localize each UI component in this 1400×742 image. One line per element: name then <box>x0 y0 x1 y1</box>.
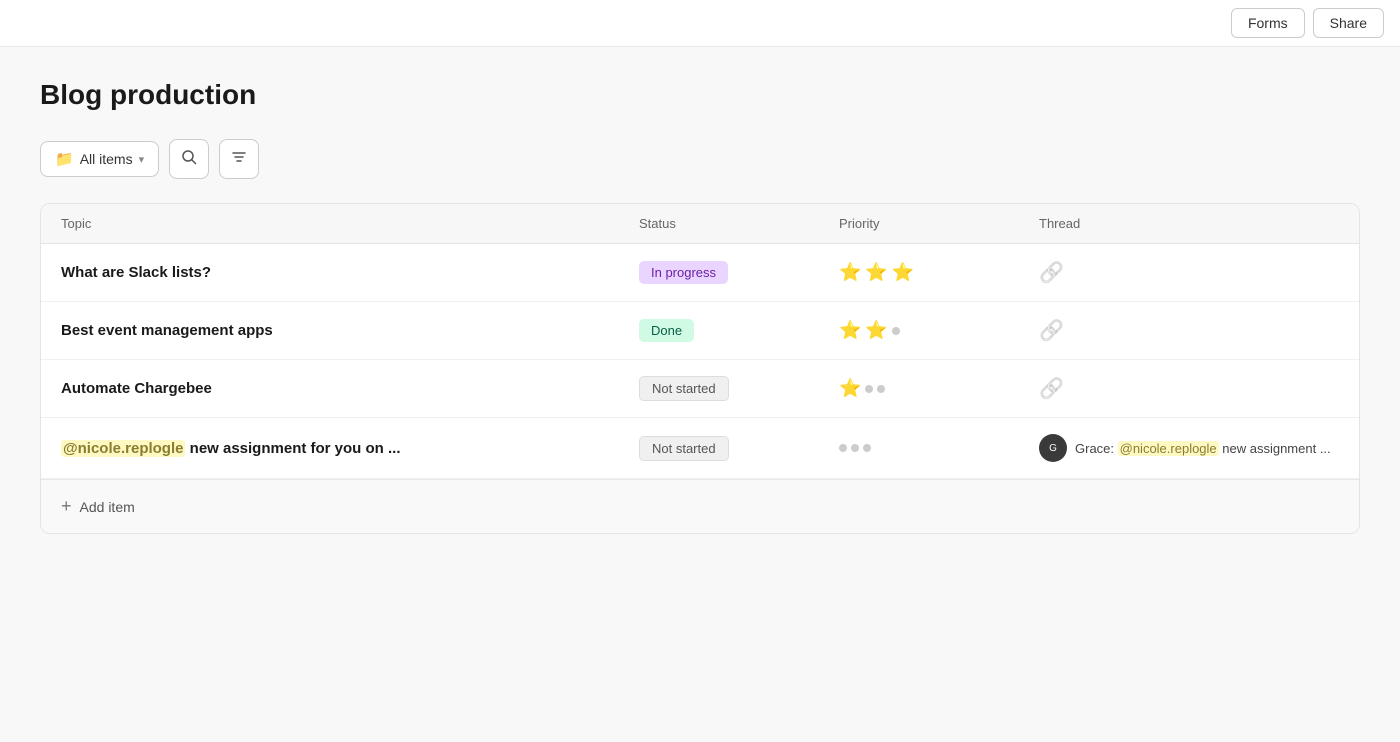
avatar: G <box>1039 434 1067 462</box>
thread-cell: 🔗 <box>1039 376 1339 401</box>
page-title: Blog production <box>40 79 1360 111</box>
topic-cell: Best event management apps <box>61 322 639 339</box>
topic-suffix: new assignment for you on ... <box>185 440 400 457</box>
star-1: ⭐ <box>839 320 861 341</box>
thread-message: Grace: @nicole.replogle new assignment .… <box>1075 441 1331 456</box>
priority-cell: ⭐ ⭐ <box>839 320 1039 341</box>
star-2: ⭐ <box>865 320 887 341</box>
status-badge: Done <box>639 319 694 342</box>
table-header: Topic Status Priority Thread <box>41 204 1359 244</box>
all-items-label: All items <box>80 151 133 167</box>
thread-cell: 🔗 <box>1039 318 1339 343</box>
thread-tail: new assignment ... <box>1219 441 1331 456</box>
empty-dot-2 <box>851 444 859 452</box>
priority-cell: ⭐ <box>839 378 1039 399</box>
status-badge: Not started <box>639 376 729 401</box>
add-item-row[interactable]: + Add item <box>41 479 1359 533</box>
search-button[interactable] <box>169 139 209 179</box>
table-row[interactable]: Best event management apps Done ⭐ ⭐ 🔗 <box>41 302 1359 360</box>
status-badge: Not started <box>639 436 729 461</box>
table-row[interactable]: Automate Chargebee Not started ⭐ 🔗 <box>41 360 1359 418</box>
status-badge: In progress <box>639 261 728 284</box>
status-cell: Not started <box>639 436 839 461</box>
thread-icon: 🔗 <box>1039 318 1064 343</box>
search-icon <box>181 149 197 170</box>
filter-button[interactable] <box>219 139 259 179</box>
folder-icon: 📁 <box>55 150 74 168</box>
star-2: ⭐ <box>865 262 887 283</box>
priority-cell: ⭐ ⭐ ⭐ <box>839 262 1039 283</box>
col-thread: Thread <box>1039 216 1339 231</box>
topic-cell: Automate Chargebee <box>61 380 639 397</box>
topic-cell: @nicole.replogle new assignment for you … <box>61 440 639 457</box>
thread-cell: G Grace: @nicole.replogle new assignment… <box>1039 434 1339 462</box>
table-row[interactable]: @nicole.replogle new assignment for you … <box>41 418 1359 479</box>
priority-cell <box>839 444 1039 452</box>
col-priority: Priority <box>839 216 1039 231</box>
thread-icon: 🔗 <box>1039 260 1064 285</box>
data-table: Topic Status Priority Thread What are Sl… <box>40 203 1360 534</box>
status-cell: In progress <box>639 261 839 284</box>
status-cell: Done <box>639 319 839 342</box>
thread-cell: 🔗 <box>1039 260 1339 285</box>
col-topic: Topic <box>61 216 639 231</box>
toolbar: 📁 All items ▾ <box>40 139 1360 179</box>
empty-dot-1 <box>865 385 873 393</box>
top-bar: Forms Share <box>0 0 1400 47</box>
forms-button[interactable]: Forms <box>1231 8 1305 38</box>
empty-dot-1 <box>839 444 847 452</box>
empty-dot-3 <box>863 444 871 452</box>
chevron-down-icon: ▾ <box>139 153 145 166</box>
thread-author: Grace: <box>1075 441 1118 456</box>
mention-tag: @nicole.replogle <box>61 440 185 457</box>
star-3: ⭐ <box>892 262 914 283</box>
share-button[interactable]: Share <box>1313 8 1384 38</box>
star-1: ⭐ <box>839 262 861 283</box>
empty-dot <box>892 327 900 335</box>
star-1: ⭐ <box>839 378 861 399</box>
page-content: Blog production 📁 All items ▾ <box>0 47 1400 574</box>
col-status: Status <box>639 216 839 231</box>
plus-icon: + <box>61 496 72 517</box>
filter-icon <box>231 149 247 170</box>
topic-cell: What are Slack lists? <box>61 264 639 281</box>
add-item-label: Add item <box>80 499 135 515</box>
all-items-button[interactable]: 📁 All items ▾ <box>40 141 159 177</box>
table-row[interactable]: What are Slack lists? In progress ⭐ ⭐ ⭐ … <box>41 244 1359 302</box>
empty-dot-2 <box>877 385 885 393</box>
thread-mention: @nicole.replogle <box>1118 441 1219 456</box>
status-cell: Not started <box>639 376 839 401</box>
thread-icon: 🔗 <box>1039 376 1064 401</box>
